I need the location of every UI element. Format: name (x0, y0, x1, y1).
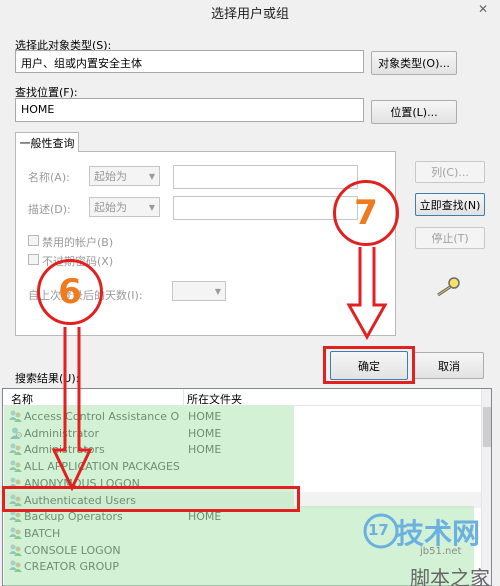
description-label: 描述(D): (28, 203, 71, 216)
object-types-button[interactable]: 对象类型(O)... (371, 51, 457, 75)
step-6-arrow (51, 327, 93, 492)
dialog-title: 选择用户或组 (210, 7, 289, 22)
description-mode-value: 起始为 (94, 201, 127, 214)
chevron-down-icon: ▼ (148, 171, 156, 181)
name-label: 名称(A): (28, 171, 70, 184)
search-icon (437, 277, 460, 297)
cancel-button[interactable]: 取消 (414, 352, 484, 379)
watermark-number: 17 (368, 521, 389, 539)
step-7-marker: 7 (333, 180, 399, 246)
object-type-field: 用户、组或内置安全主体 (15, 50, 364, 73)
step-7-arrow (346, 247, 388, 341)
columns-button[interactable]: 列(C)... (415, 161, 485, 183)
tab-common-queries[interactable]: 一般性查询 (15, 132, 79, 152)
watermark-bottom: 脚本之家 (410, 566, 490, 586)
scrollbar-thumb[interactable] (483, 407, 491, 447)
stop-button[interactable]: 停止(T) (415, 227, 485, 249)
step-6-number: 6 (58, 272, 82, 312)
step-6-marker: 6 (37, 259, 103, 325)
disabled-accounts-label: 禁用的帐户(B) (42, 236, 114, 249)
close-icon[interactable]: ✕ (472, 2, 494, 18)
watermark-site: jb51.net (420, 546, 462, 557)
location-field: HOME (15, 98, 364, 122)
column-divider[interactable] (183, 389, 184, 406)
step-7-number: 7 (354, 193, 378, 233)
column-header-name[interactable]: 名称 (11, 391, 33, 407)
days-since-logon-select[interactable]: ▼ (172, 281, 226, 301)
name-input[interactable] (173, 165, 358, 189)
disabled-accounts-checkbox[interactable] (28, 235, 39, 246)
description-input[interactable] (173, 196, 358, 220)
authenticated-users-highlight (2, 486, 300, 512)
locations-button[interactable]: 位置(L)... (371, 100, 457, 124)
chevron-down-icon: ▼ (214, 286, 222, 296)
name-mode-value: 起始为 (94, 170, 127, 183)
description-mode-select[interactable]: 起始为 ▼ (89, 197, 160, 217)
find-now-button[interactable]: 立即查找(N) (415, 193, 485, 216)
column-header-folder[interactable]: 所在文件夹 (187, 391, 242, 407)
ok-button-highlight (323, 346, 415, 384)
non-expiring-password-checkbox[interactable] (28, 254, 39, 265)
vertical-scrollbar[interactable] (481, 389, 491, 585)
chevron-down-icon: ▼ (148, 202, 156, 212)
name-mode-select[interactable]: 起始为 ▼ (89, 166, 160, 186)
